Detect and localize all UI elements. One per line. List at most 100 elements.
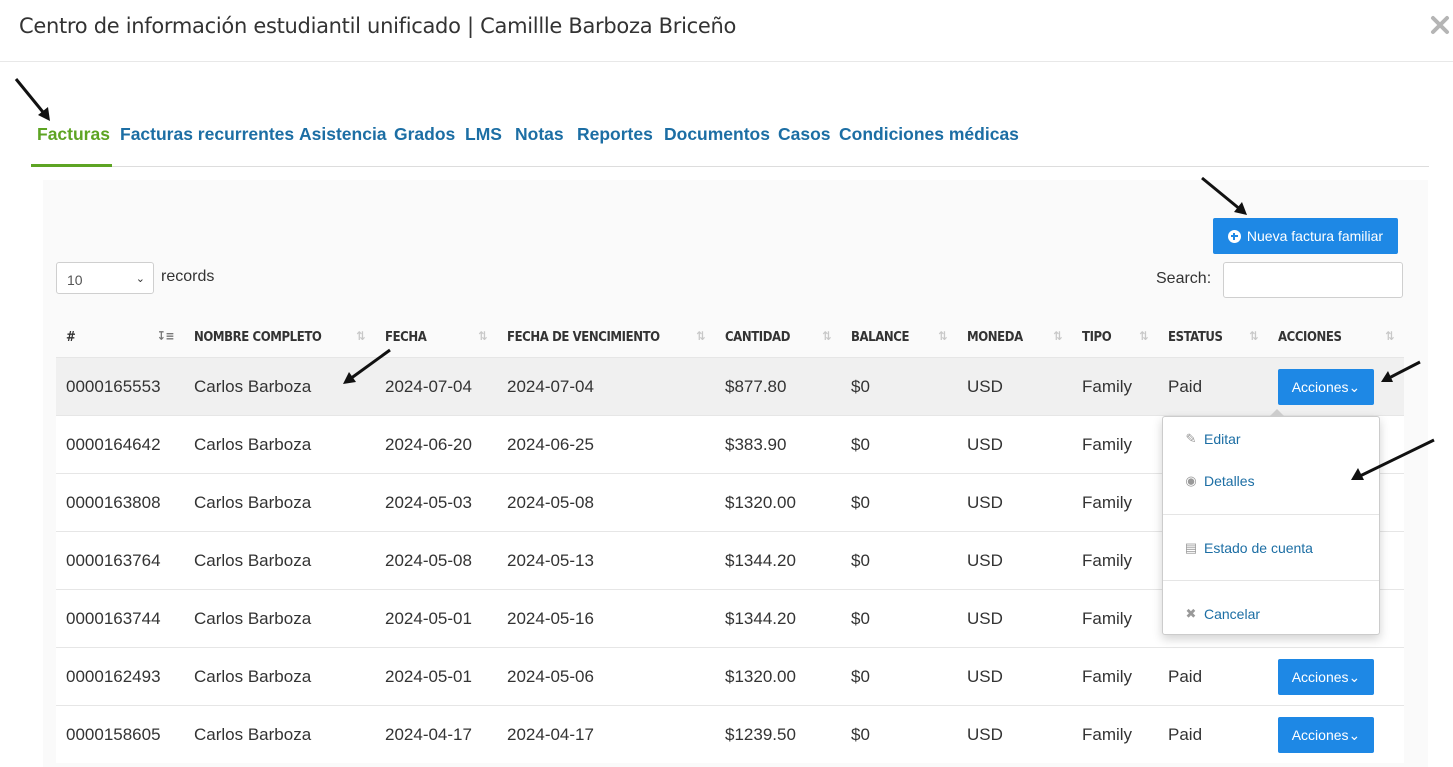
cell-id: 0000165553 [56, 357, 184, 416]
tab-grados[interactable]: Grados [394, 124, 455, 145]
cell-currency: USD [957, 531, 1072, 590]
menu-item-detalles[interactable]: ◉ Detalles [1184, 473, 1255, 489]
menu-divider [1163, 514, 1379, 515]
actions-button[interactable]: Acciones⌄ [1278, 716, 1374, 753]
column-header-label: ESTATUS [1168, 329, 1223, 345]
cell-name: Carlos Barboza [184, 415, 375, 474]
table-row[interactable]: 0000158605 Carlos Barboza 2024-04-17 202… [56, 705, 1404, 763]
cell-date: 2024-05-03 [375, 473, 497, 532]
column-header-amount[interactable]: CANTIDAD ⇅ [715, 317, 841, 358]
cell-status: Paid [1158, 357, 1268, 416]
annotation-arrow-icon [14, 78, 50, 121]
menu-divider [1163, 580, 1379, 581]
table-row[interactable]: 0000162493 Carlos Barboza 2024-05-01 202… [56, 647, 1404, 706]
column-header-balance[interactable]: BALANCE ⇅ [841, 317, 957, 358]
menu-item-label: Editar [1204, 431, 1241, 447]
annotation-arrow-icon [1381, 360, 1421, 382]
sort-desc-icon: ↧≡ [156, 329, 175, 343]
sort-icon: ⇅ [1053, 329, 1062, 343]
cell-currency: USD [957, 589, 1072, 648]
cell-name: Carlos Barboza [184, 589, 375, 648]
actions-label: Acciones [1291, 668, 1349, 685]
search-label: Search: [1156, 270, 1212, 287]
cell-id: 0000164642 [56, 415, 184, 474]
column-header-status[interactable]: ESTATUS ⇅ [1158, 317, 1268, 358]
tab-casos[interactable]: Casos [778, 124, 831, 145]
column-header-label: # [66, 329, 76, 345]
chevron-down-icon: ⌄ [135, 273, 145, 285]
tab-facturas-recurrentes[interactable]: Facturas recurrentes [120, 124, 294, 145]
cell-type: Family [1072, 589, 1158, 648]
cell-amount: $383.90 [715, 415, 841, 474]
column-header-label: CANTIDAD [725, 329, 791, 345]
actions-button[interactable]: Acciones⌄ [1278, 368, 1374, 405]
menu-item-cancelar[interactable]: ✖ Cancelar [1184, 606, 1260, 622]
column-header-due-date[interactable]: FECHA DE VENCIMIENTO ⇅ [497, 317, 715, 358]
cell-name: Carlos Barboza [184, 705, 375, 763]
column-header-actions[interactable]: ACCIONES ⇅ [1268, 317, 1404, 358]
tab-reportes[interactable]: Reportes [577, 124, 653, 145]
cell-name: Carlos Barboza [184, 473, 375, 532]
annotation-arrow-icon [1351, 438, 1435, 480]
cell-actions: Acciones⌄ [1268, 705, 1404, 763]
eye-icon: ◉ [1185, 473, 1197, 488]
page-length-select[interactable]: 10 ⌄ [56, 262, 154, 294]
column-header-number[interactable]: # ↧≡ [56, 317, 184, 358]
menu-item-estado-de-cuenta[interactable]: ▤ Estado de cuenta [1184, 540, 1313, 556]
cell-status: Paid [1158, 647, 1268, 706]
sort-icon: ⇅ [1385, 329, 1394, 343]
column-header-currency[interactable]: MONEDA ⇅ [957, 317, 1072, 358]
column-header-label: TIPO [1082, 329, 1112, 345]
column-header-label: BALANCE [851, 329, 910, 345]
menu-item-label: Detalles [1204, 473, 1255, 489]
cell-due-date: 2024-04-17 [497, 705, 715, 763]
column-header-label: MONEDA [967, 329, 1023, 345]
menu-item-label: Estado de cuenta [1204, 540, 1313, 556]
cell-balance: $0 [841, 357, 957, 416]
cell-type: Family [1072, 531, 1158, 590]
table-header-row: # ↧≡ NOMBRE COMPLETO ⇅ FECHA ⇅ FECHA DE VEN… [56, 317, 1404, 358]
annotation-arrow-icon [1201, 176, 1247, 215]
actions-label: Acciones [1291, 726, 1349, 743]
cell-date: 2024-04-17 [375, 705, 497, 763]
tab-facturas[interactable]: Facturas [37, 124, 110, 145]
search-input[interactable] [1223, 262, 1403, 298]
cell-due-date: 2024-05-16 [497, 589, 715, 648]
table-row[interactable]: 0000165553 Carlos Barboza 2024-07-04 202… [56, 357, 1404, 416]
cell-currency: USD [957, 357, 1072, 416]
cell-due-date: 2024-05-08 [497, 473, 715, 532]
cell-currency: USD [957, 647, 1072, 706]
tab-notas[interactable]: Notas [515, 124, 564, 145]
column-header-label: FECHA [385, 329, 427, 345]
cell-type: Family [1072, 647, 1158, 706]
actions-button[interactable]: Acciones⌄ [1278, 658, 1374, 695]
cell-balance: $0 [841, 589, 957, 648]
cell-amount: $877.80 [715, 357, 841, 416]
modal-title: Centro de información estudiantil unific… [19, 14, 737, 38]
new-family-invoice-label: Nueva factura familiar [1246, 228, 1384, 244]
cell-id: 0000163808 [56, 473, 184, 532]
cell-date: 2024-06-20 [375, 415, 497, 474]
cell-balance: $0 [841, 415, 957, 474]
cell-date: 2024-05-01 [375, 589, 497, 648]
tab-condiciones-medicas[interactable]: Condiciones médicas [839, 124, 1019, 145]
new-family-invoice-button[interactable]: Nueva factura familiar [1213, 218, 1398, 254]
cell-amount: $1344.20 [715, 531, 841, 590]
cell-amount: $1344.20 [715, 589, 841, 648]
tab-documentos[interactable]: Documentos [664, 124, 770, 145]
sort-icon: ⇅ [356, 329, 365, 343]
cell-balance: $0 [841, 647, 957, 706]
menu-item-editar[interactable]: ✎ Editar [1184, 431, 1241, 447]
cell-balance: $0 [841, 531, 957, 590]
sort-icon: ⇅ [696, 329, 705, 343]
cell-type: Family [1072, 473, 1158, 532]
sort-icon: ⇅ [938, 329, 947, 343]
close-icon[interactable] [1430, 14, 1450, 36]
column-header-type[interactable]: TIPO ⇅ [1072, 317, 1158, 358]
cell-balance: $0 [841, 705, 957, 763]
cell-type: Family [1072, 415, 1158, 474]
tab-lms[interactable]: LMS [465, 124, 502, 145]
cell-due-date: 2024-06-25 [497, 415, 715, 474]
tab-bar: Facturas Facturas recurrentes Asistencia… [31, 110, 1429, 167]
tab-asistencia[interactable]: Asistencia [299, 124, 387, 145]
